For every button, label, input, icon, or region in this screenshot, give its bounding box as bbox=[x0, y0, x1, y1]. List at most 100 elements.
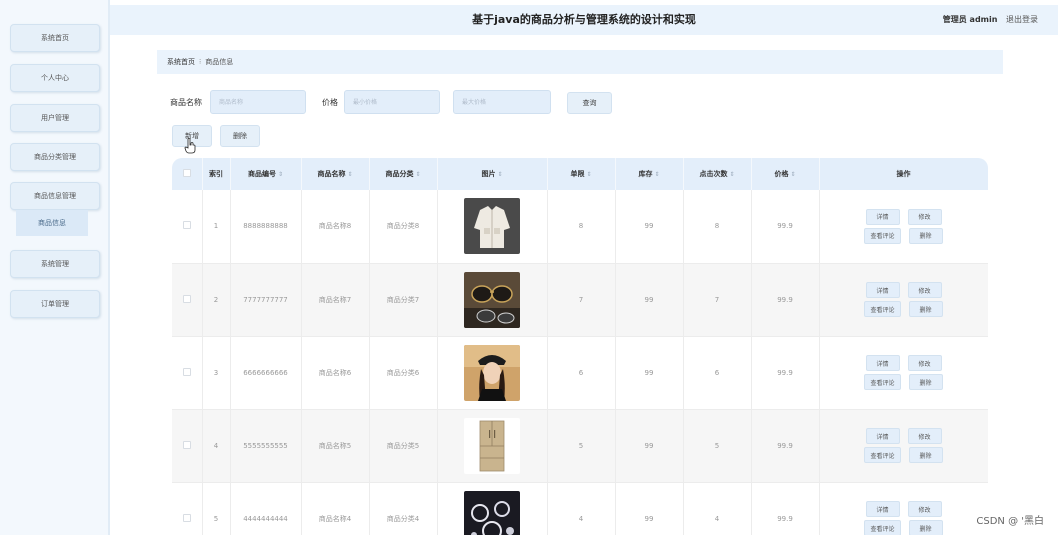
cell-code: 8888888888 bbox=[230, 190, 302, 264]
edit-button[interactable]: 修改 bbox=[907, 501, 942, 517]
view-reviews-button[interactable]: 查看评论 bbox=[864, 301, 901, 317]
header-ops: 操作 bbox=[819, 158, 988, 190]
row-checkbox[interactable] bbox=[182, 221, 191, 230]
row-checkbox-cell[interactable] bbox=[172, 482, 203, 535]
cell-code: 5555555555 bbox=[230, 409, 302, 483]
header-stock[interactable]: 库存 ⇕ bbox=[615, 158, 684, 190]
row-checkbox[interactable] bbox=[182, 513, 191, 522]
row-checkbox-cell[interactable] bbox=[172, 409, 203, 483]
row-delete-button[interactable]: 删除 bbox=[908, 447, 943, 463]
row-checkbox-cell[interactable] bbox=[172, 190, 203, 264]
detail-button[interactable]: 详情 bbox=[865, 208, 900, 225]
view-reviews-button[interactable]: 查看评论 bbox=[864, 374, 901, 390]
product-image-jacket[interactable] bbox=[464, 198, 520, 255]
row-delete-button[interactable]: 删除 bbox=[908, 520, 943, 535]
view-reviews-button[interactable]: 查看评论 bbox=[864, 227, 901, 244]
header-name[interactable]: 商品名称 ⇕ bbox=[301, 158, 370, 190]
sidebar-item-system[interactable]: 系统管理 bbox=[10, 250, 100, 278]
sort-icon[interactable]: ⇕ bbox=[497, 171, 502, 178]
detail-button[interactable]: 详情 bbox=[865, 428, 900, 444]
sort-icon[interactable]: ⇕ bbox=[729, 171, 734, 178]
sidebar-item-goods[interactable]: 商品信息管理 bbox=[10, 182, 100, 210]
cell-stock: 99 bbox=[615, 409, 684, 483]
detail-button[interactable]: 详情 bbox=[865, 355, 900, 371]
row-checkbox[interactable] bbox=[182, 294, 191, 303]
sort-icon[interactable]: ⇕ bbox=[278, 171, 283, 178]
row-delete-button[interactable]: 删除 bbox=[908, 301, 943, 317]
sidebar-item-label: 商品分类管理 bbox=[34, 153, 76, 161]
row-delete-button[interactable]: 删除 bbox=[908, 374, 943, 390]
row-checkbox-cell[interactable] bbox=[172, 336, 203, 410]
product-image-woman-with-hat[interactable] bbox=[464, 344, 520, 401]
cell-category: 商品分类4 bbox=[369, 482, 438, 535]
batch-delete-button[interactable]: 删除 bbox=[220, 125, 260, 147]
view-reviews-button[interactable]: 查看评论 bbox=[864, 520, 901, 535]
edit-button[interactable]: 修改 bbox=[907, 282, 942, 298]
product-image-refrigerator[interactable] bbox=[464, 417, 520, 474]
detail-button[interactable]: 详情 bbox=[865, 282, 900, 298]
header-image[interactable]: 图片 ⇕ bbox=[437, 158, 548, 190]
sort-icon[interactable]: ⇕ bbox=[790, 171, 795, 178]
logout-link[interactable]: 退出登录 bbox=[1006, 15, 1038, 24]
select-all-checkbox[interactable] bbox=[182, 169, 191, 177]
header-price[interactable]: 价格 ⇕ bbox=[751, 158, 820, 190]
table-row: 3 6666666666 商品名称6 商品分类6 6 99 6 99.9 详情 修改 查看评论 删除 bbox=[172, 336, 988, 410]
sort-icon[interactable]: ⇕ bbox=[415, 171, 420, 178]
sidebar-item-orders[interactable]: 订单管理 bbox=[10, 290, 100, 318]
sidebar-item-label: 系统首页 bbox=[41, 34, 69, 42]
page-title: 基于java的商品分析与管理系统的设计和实现 bbox=[472, 13, 696, 26]
query-button[interactable]: 查询 bbox=[567, 92, 612, 114]
sidebar-item-label: 用户管理 bbox=[41, 114, 69, 122]
product-image-jewelry[interactable] bbox=[464, 490, 520, 535]
breadcrumb-home[interactable]: 系统首页 bbox=[167, 57, 195, 67]
search-name-label: 商品名称 bbox=[170, 98, 202, 107]
search-min-price-input[interactable] bbox=[344, 90, 440, 114]
sort-icon[interactable]: ⇕ bbox=[347, 171, 352, 178]
cell-price: 99.9 bbox=[751, 263, 820, 337]
header-limit[interactable]: 单限 ⇕ bbox=[547, 158, 616, 190]
row-delete-button[interactable]: 删除 bbox=[908, 227, 943, 244]
cell-stock: 99 bbox=[615, 263, 684, 337]
cell-clicks: 6 bbox=[683, 336, 752, 410]
search-max-price-input[interactable] bbox=[453, 90, 551, 114]
table-row: 5 4444444444 商品名称4 商品分类4 4 99 4 99.9 详情 修改 查看评论 删除 bbox=[172, 482, 988, 535]
sidebar-item-profile[interactable]: 个人中心 bbox=[10, 64, 100, 92]
row-checkbox[interactable] bbox=[182, 440, 191, 449]
cell-category: 商品分类5 bbox=[369, 409, 438, 483]
cell-image bbox=[437, 482, 548, 535]
breadcrumb-separator: ⁝ bbox=[199, 58, 202, 66]
table-row: 1 8888888888 商品名称8 商品分类8 8 99 8 99.9 详情 修改 查看评论 删除 bbox=[172, 190, 988, 264]
cell-code: 4444444444 bbox=[230, 482, 302, 535]
row-checkbox[interactable] bbox=[182, 367, 191, 376]
header-user-area: 管理员 admin 退出登录 bbox=[943, 5, 1038, 35]
search-name-input[interactable] bbox=[210, 90, 306, 114]
sidebar-item-home[interactable]: 系统首页 bbox=[10, 24, 100, 52]
edit-button[interactable]: 修改 bbox=[907, 355, 942, 371]
edit-button[interactable]: 修改 bbox=[907, 208, 942, 225]
select-all-cell[interactable] bbox=[172, 158, 203, 190]
edit-button[interactable]: 修改 bbox=[907, 428, 942, 444]
cell-ops: 详情 修改 查看评论 删除 bbox=[819, 409, 988, 483]
sidebar-item-users[interactable]: 用户管理 bbox=[10, 104, 100, 132]
product-image-sunglasses[interactable] bbox=[464, 271, 520, 328]
sort-icon[interactable]: ⇕ bbox=[654, 171, 659, 178]
table-row: 2 7777777777 商品名称7 商品分类7 7 99 7 99.9 详情 修改 查看评论 删除 bbox=[172, 263, 988, 337]
header-code[interactable]: 商品编号 ⇕ bbox=[230, 158, 302, 190]
cell-ops: 详情 修改 查看评论 删除 bbox=[819, 336, 988, 410]
cell-name: 商品名称6 bbox=[301, 336, 370, 410]
sort-icon[interactable]: ⇕ bbox=[586, 171, 591, 178]
sidebar-subitem-goods-info[interactable]: 商品信息 bbox=[16, 210, 88, 236]
sidebar-item-label: 商品信息管理 bbox=[34, 192, 76, 200]
header-category[interactable]: 商品分类 ⇕ bbox=[369, 158, 438, 190]
detail-button[interactable]: 详情 bbox=[865, 501, 900, 517]
sidebar-item-category[interactable]: 商品分类管理 bbox=[10, 143, 100, 171]
cell-stock: 99 bbox=[615, 482, 684, 535]
row-checkbox-cell[interactable] bbox=[172, 263, 203, 337]
cell-ops: 详情 修改 查看评论 删除 bbox=[819, 482, 988, 535]
table-header-row: 索引 商品编号 ⇕ 商品名称 ⇕ 商品分类 ⇕ 图片 ⇕ 单限 ⇕ 库存 ⇕ 点击次数 ⇕ 价… bbox=[172, 158, 988, 190]
header-index: 索引 bbox=[202, 158, 231, 190]
cell-name: 商品名称7 bbox=[301, 263, 370, 337]
view-reviews-button[interactable]: 查看评论 bbox=[864, 447, 901, 463]
cell-code: 7777777777 bbox=[230, 263, 302, 337]
header-clicks[interactable]: 点击次数 ⇕ bbox=[683, 158, 752, 190]
